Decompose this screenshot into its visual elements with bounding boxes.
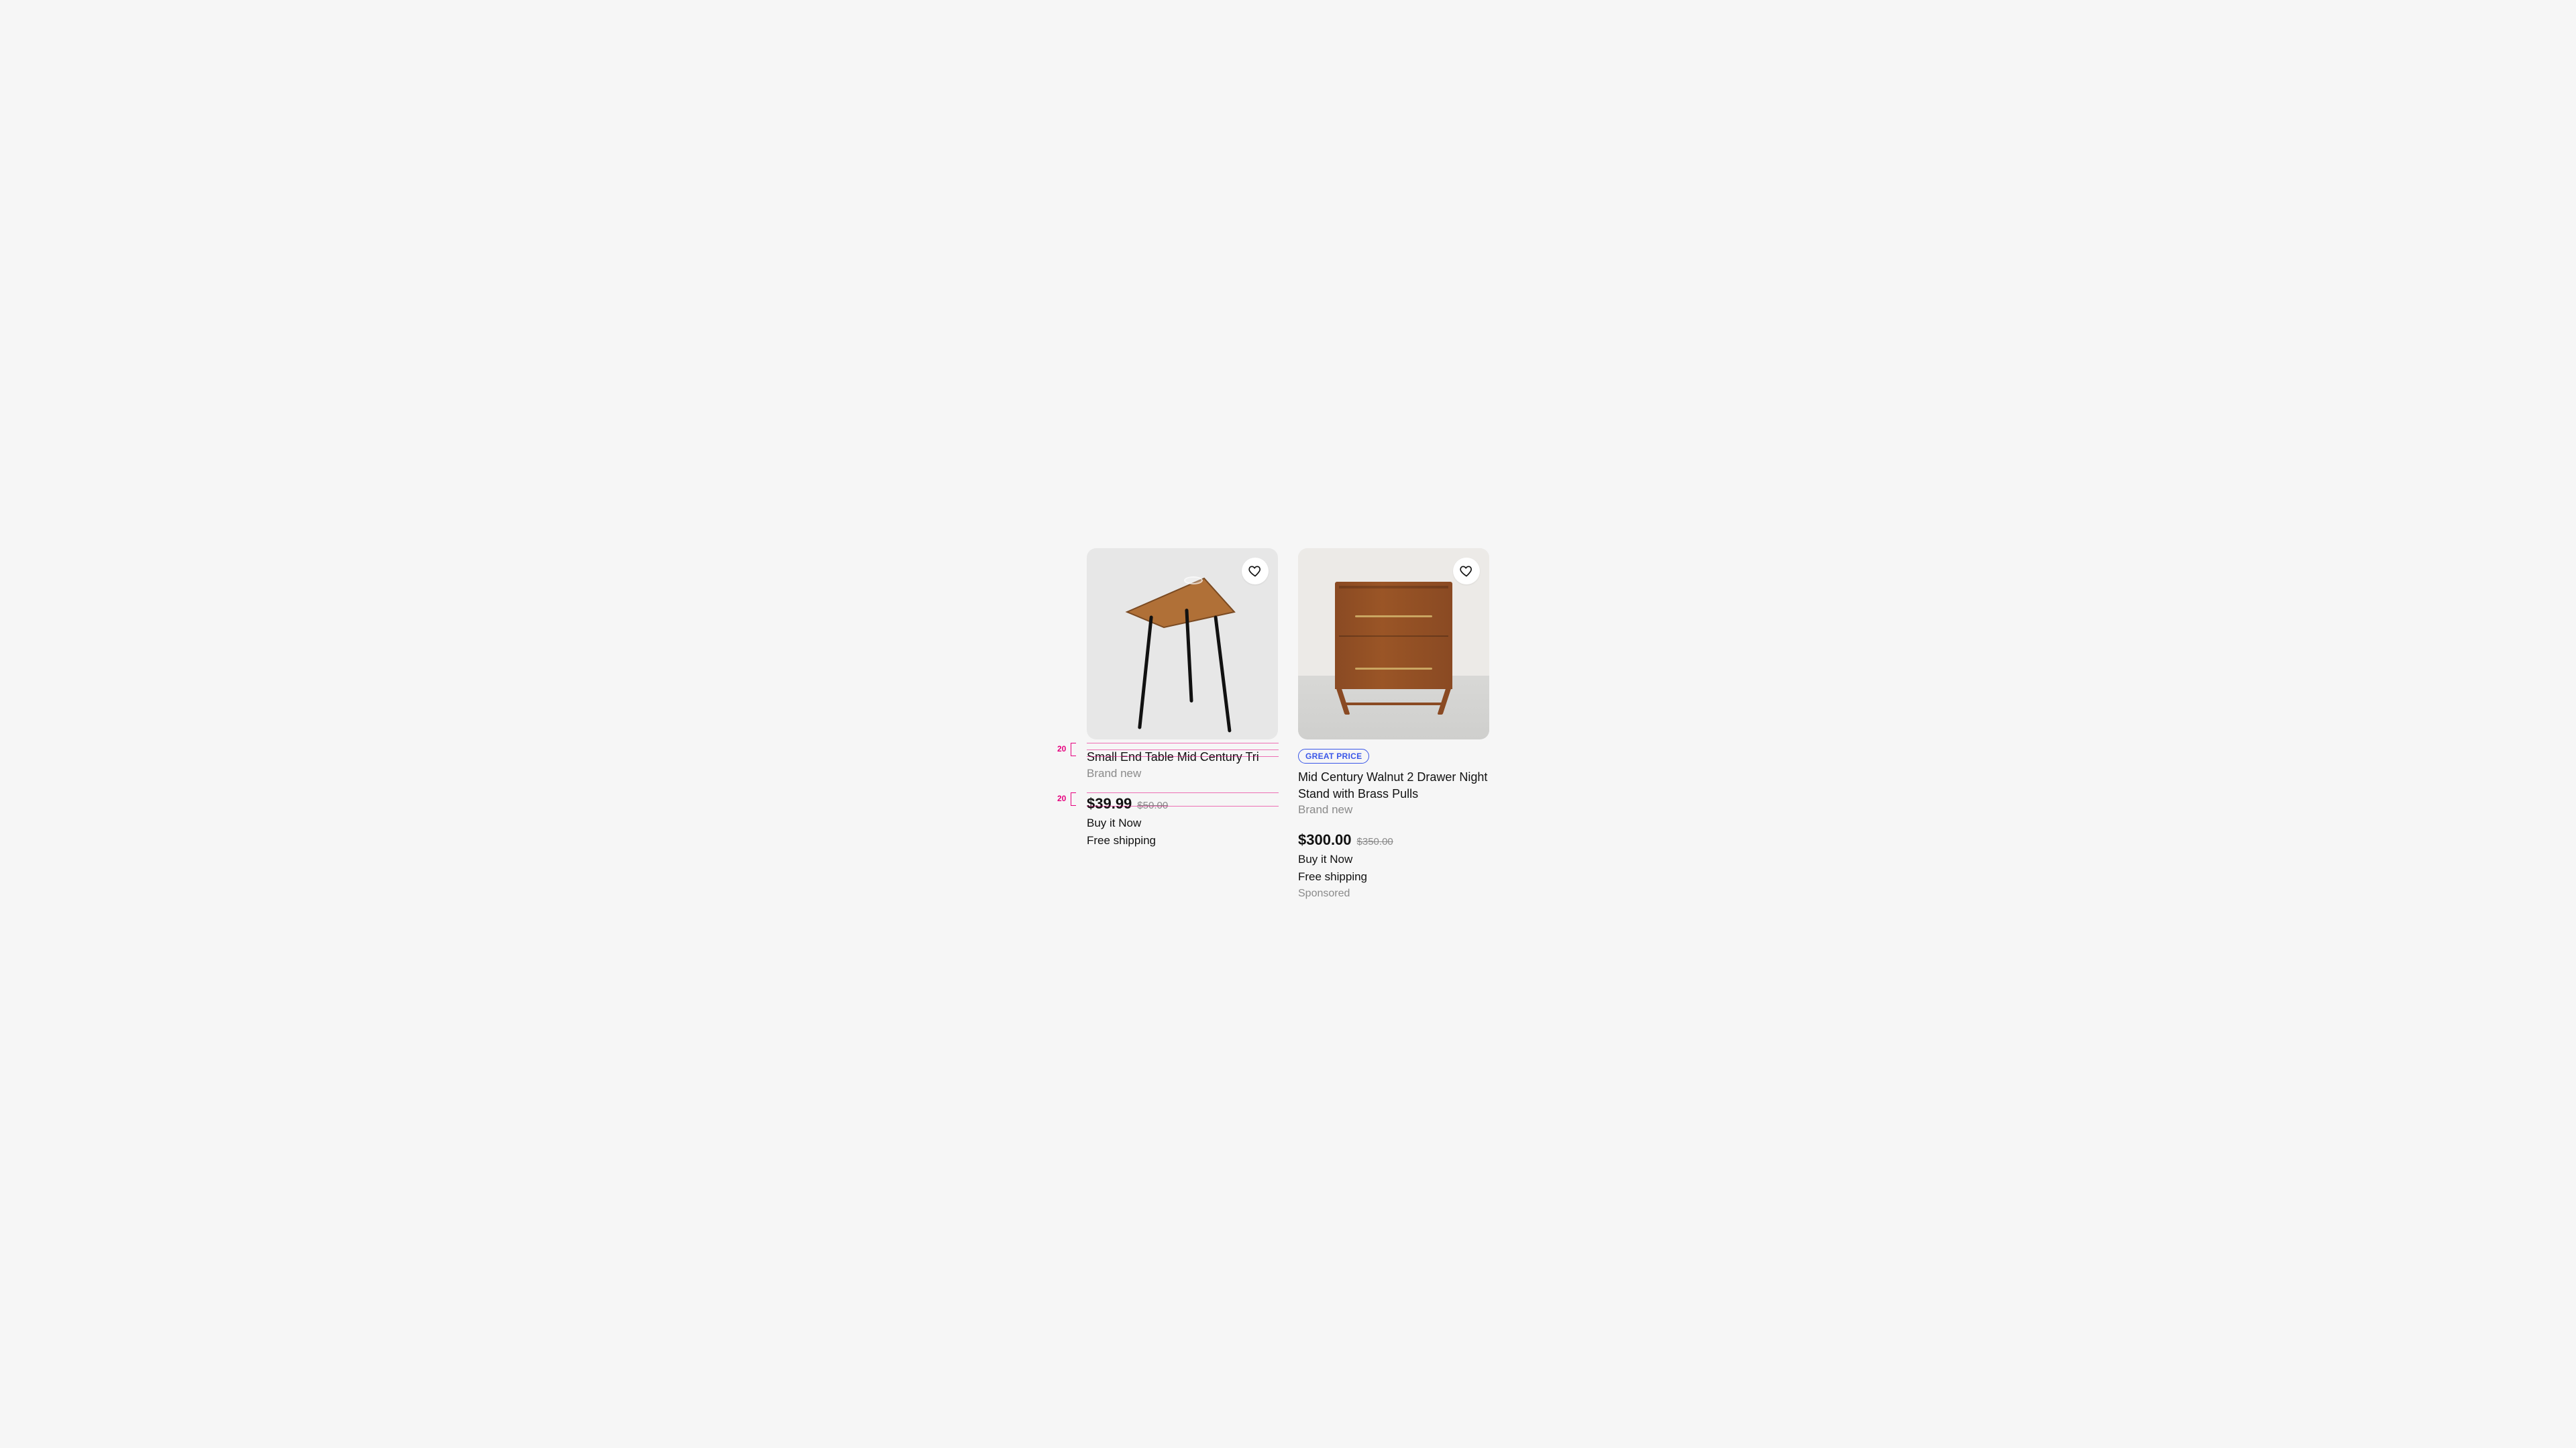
purchase-type: Buy it Now <box>1087 817 1278 830</box>
product-card[interactable]: 20 Small End Table Mid Century Tri Brand… <box>1087 548 1278 900</box>
price-row: $39.99 $50.00 <box>1087 795 1278 813</box>
product-condition: Brand new <box>1087 767 1278 780</box>
spacing-value: 20 <box>1057 794 1066 803</box>
heart-icon <box>1460 564 1473 578</box>
product-image[interactable] <box>1298 548 1489 739</box>
design-spec-canvas: 20 Small End Table Mid Century Tri Brand… <box>798 548 1778 900</box>
shipping-info: Free shipping <box>1298 870 1489 884</box>
table-leg-illustration <box>1214 616 1231 733</box>
product-title[interactable]: Mid Century Walnut 2 Drawer Night Stand … <box>1298 769 1489 802</box>
product-price: $39.99 <box>1087 795 1132 813</box>
price-badge: GREAT PRICE <box>1298 749 1369 764</box>
sponsored-label: Sponsored <box>1298 888 1489 900</box>
product-meta: Small End Table Mid Century Tri Brand ne… <box>1087 739 1278 847</box>
purchase-type: Buy it Now <box>1298 853 1489 866</box>
spacing-value: 20 <box>1057 744 1066 754</box>
heart-icon <box>1248 564 1262 578</box>
favorite-button[interactable] <box>1242 558 1269 584</box>
nightstand-illustration <box>1335 582 1452 689</box>
product-image[interactable] <box>1087 548 1278 739</box>
product-price: $300.00 <box>1298 831 1352 849</box>
product-meta: GREAT PRICE Mid Century Walnut 2 Drawer … <box>1298 739 1489 900</box>
nightstand-legs-illustration <box>1335 688 1452 715</box>
table-leg-illustration <box>1138 615 1153 729</box>
price-row: $300.00 $350.00 <box>1298 831 1489 849</box>
favorite-button[interactable] <box>1453 558 1480 584</box>
table-top-illustration <box>1124 575 1238 629</box>
product-old-price: $50.00 <box>1137 800 1168 811</box>
product-grid: 20 Small End Table Mid Century Tri Brand… <box>798 548 1778 900</box>
shipping-info: Free shipping <box>1087 834 1278 847</box>
product-old-price: $350.00 <box>1357 836 1393 847</box>
product-card[interactable]: GREAT PRICE Mid Century Walnut 2 Drawer … <box>1298 548 1489 900</box>
product-title[interactable]: Small End Table Mid Century Tri <box>1087 749 1278 765</box>
product-condition: Brand new <box>1298 803 1489 817</box>
